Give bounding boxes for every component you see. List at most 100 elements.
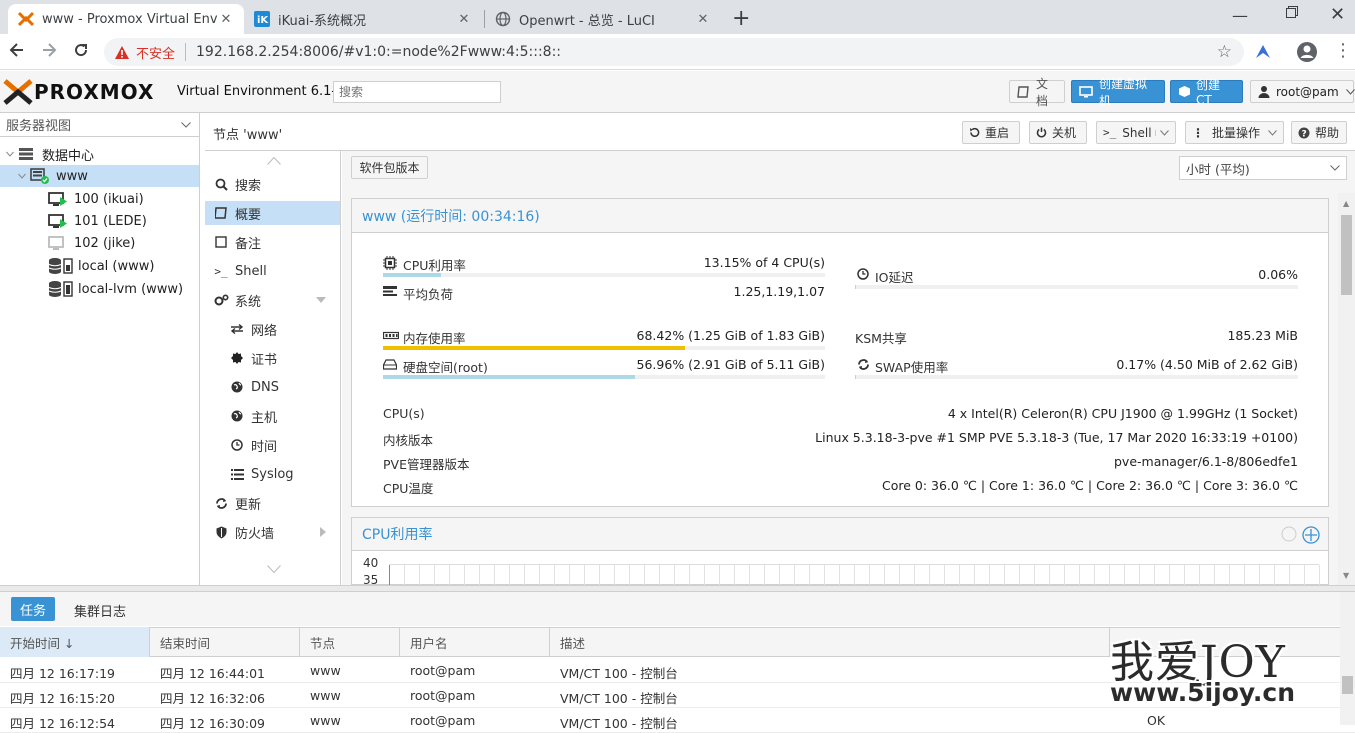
grid-line — [479, 565, 480, 585]
column-end-time[interactable]: 结束时间 — [150, 627, 300, 657]
user-menu-button[interactable]: root@pam — [1250, 80, 1354, 103]
shell-button[interactable]: >_ Shell — [1096, 121, 1176, 144]
collapse-icon[interactable] — [18, 172, 26, 180]
clock-icon — [857, 268, 869, 280]
grid-line — [1259, 565, 1260, 585]
tree-item-vm-101[interactable]: 101 (LEDE) — [0, 210, 199, 232]
url-text[interactable]: 192.168.2.254:8006/#v1:0:=node%2Fwww:4:5… — [196, 44, 561, 60]
new-tab-button[interactable]: + — [732, 6, 750, 31]
address-bar[interactable]: 不安全 192.168.2.254:8006/#v1:0:=node%2Fwww… — [104, 38, 1244, 66]
tab-tasks[interactable]: 任务 — [11, 597, 55, 621]
zoom-reset-icon[interactable] — [1281, 526, 1297, 542]
bulk-actions-button[interactable]: ⋮ 批量操作 — [1185, 121, 1284, 144]
tab-cluster-log[interactable]: 集群日志 — [74, 601, 126, 620]
menu-item-hosts[interactable]: 主机 — [205, 404, 340, 428]
close-tab-icon[interactable]: ✕ — [695, 12, 711, 27]
grid-line — [584, 565, 585, 585]
reboot-button[interactable]: 重启 — [962, 121, 1020, 144]
help-button[interactable]: ? 帮助 — [1291, 121, 1347, 144]
grid-line — [854, 565, 855, 585]
scroll-up-arrow-icon[interactable]: ▲ — [1343, 199, 1349, 208]
tree-item-vm-102[interactable]: 102 (jike) — [0, 232, 199, 254]
grid-line — [1079, 565, 1080, 585]
menu-item-notes[interactable]: 备注 — [205, 230, 340, 254]
reload-icon[interactable] — [72, 41, 90, 59]
content-scrollbar[interactable]: ▲ ▼ — [1338, 193, 1355, 585]
menu-item-updates[interactable]: 更新 — [205, 491, 340, 515]
close-window-button[interactable]: ✕ — [1330, 4, 1345, 25]
menu-item-certificates[interactable]: 证书 — [205, 346, 340, 370]
menu-item-summary[interactable]: 概要 — [205, 201, 340, 225]
grid-line — [1004, 565, 1005, 585]
column-description[interactable]: 描述 — [550, 627, 1110, 657]
scrollbar-thumb[interactable] — [1342, 676, 1353, 694]
profile-icon[interactable] — [1296, 41, 1318, 63]
not-secure-label[interactable]: 不安全 — [136, 43, 175, 62]
back-icon[interactable] — [8, 41, 26, 59]
tree-item-storage-local[interactable]: local (www) — [0, 255, 199, 277]
restore-window-button[interactable] — [1286, 6, 1298, 18]
chevron-down-icon[interactable] — [1155, 130, 1169, 136]
minimize-window-button[interactable]: — — [1232, 6, 1248, 25]
tree-item-datacenter[interactable]: 数据中心 — [0, 143, 199, 165]
notes-icon — [213, 234, 229, 250]
timeframe-select[interactable]: 小时 (平均) — [1179, 156, 1347, 180]
menu-item-shell[interactable]: >_Shell — [205, 259, 340, 283]
status-panel-title: www (运行时间: 00:34:16) — [351, 198, 1329, 232]
browser-tab-proxmox[interactable]: www - Proxmox Virtual Environment ✕ — [8, 4, 244, 34]
menu-item-firewall[interactable]: 防火墙 — [205, 520, 340, 544]
collapse-icon[interactable] — [6, 150, 14, 158]
scroll-down-arrow-icon[interactable]: ▼ — [1343, 571, 1349, 580]
menu-item-search[interactable]: 搜索 — [205, 172, 340, 196]
docs-button[interactable]: 文档 — [1009, 80, 1065, 103]
proxmox-favicon-icon — [18, 11, 34, 27]
close-tab-icon[interactable]: ✕ — [218, 12, 234, 27]
cell-end: 四月 12 16:32:06 — [160, 688, 265, 707]
disk-usage-value: 56.96% (2.91 GiB of 5.11 GiB) — [585, 357, 825, 372]
bookmark-star-icon[interactable]: ☆ — [1217, 42, 1232, 62]
menu-item-system[interactable]: 系统 — [205, 288, 340, 312]
warning-icon — [114, 45, 130, 60]
menu-item-dns[interactable]: DNS — [205, 375, 340, 399]
package-versions-button[interactable]: 软件包版本 — [351, 156, 428, 179]
menu-item-time[interactable]: 时间 — [205, 433, 340, 457]
column-user[interactable]: 用户名 — [400, 627, 550, 657]
chevron-right-icon — [320, 527, 326, 537]
create-ct-button[interactable]: 创建CT — [1170, 80, 1243, 103]
tree-item-vm-100[interactable]: 100 (ikuai) — [0, 188, 199, 210]
create-vm-button[interactable]: 创建虚拟机 — [1071, 80, 1165, 103]
zoom-icon[interactable] — [1302, 526, 1320, 544]
svg-text:iK: iK — [257, 15, 269, 26]
disk-usage-bar — [383, 375, 825, 379]
gears-icon — [213, 292, 229, 308]
column-start-time[interactable]: 开始时间 ↓ — [0, 627, 150, 657]
grid-line — [1214, 565, 1215, 585]
browser-tab-openwrt[interactable]: Openwrt - 总览 - LuCI ✕ — [485, 4, 721, 34]
menu-item-network[interactable]: 网络 — [205, 317, 340, 341]
close-tab-icon[interactable]: ✕ — [456, 12, 472, 27]
forward-icon[interactable] — [40, 41, 58, 59]
chevron-down-icon — [1346, 89, 1355, 95]
view-selector[interactable]: 服务器视图 — [0, 113, 199, 137]
tree-item-node-www[interactable]: www — [0, 165, 199, 187]
browser-tab-ikuai[interactable]: iK iKuai-系统概况 ✕ — [244, 4, 482, 34]
extension-icon[interactable] — [1253, 42, 1273, 62]
storage-icon — [48, 280, 74, 298]
shutdown-button[interactable]: 关机 — [1029, 121, 1087, 144]
scrollbar-thumb[interactable] — [1341, 215, 1352, 295]
scroll-up-icon[interactable] — [267, 157, 281, 165]
task-grid-scrollbar[interactable] — [1340, 592, 1355, 725]
column-node[interactable]: 节点 — [300, 627, 400, 657]
menu-item-label: 搜索 — [235, 175, 261, 194]
grid-line — [554, 565, 555, 585]
menu-item-syslog[interactable]: Syslog — [205, 462, 340, 486]
global-search-input[interactable] — [333, 81, 501, 103]
tree-item-label: 数据中心 — [42, 145, 94, 164]
grid-line — [659, 565, 660, 585]
menu-item-label: 主机 — [251, 407, 277, 426]
tree-item-storage-local-lvm[interactable]: local-lvm (www) — [0, 278, 199, 300]
scroll-down-icon[interactable] — [267, 565, 281, 573]
tree-item-label: 101 (LEDE) — [74, 214, 147, 229]
grid-line — [494, 565, 495, 585]
browser-menu-icon[interactable]: ⋮ — [1334, 42, 1352, 60]
